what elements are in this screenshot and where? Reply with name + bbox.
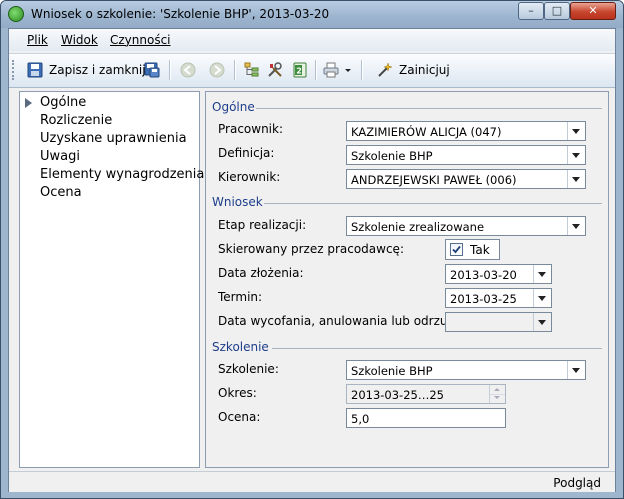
definicja-label: Definicja: [218, 146, 275, 160]
etap-realizacji-combo[interactable]: Szkolenie zrealizowane [346, 216, 586, 236]
app-icon [8, 6, 24, 22]
szkolenie-value: Szkolenie BHP [351, 364, 433, 378]
section-divider [264, 203, 602, 204]
checkmark-icon [452, 245, 461, 254]
section-divider [256, 108, 602, 109]
nav-item-elementy-wynagrodzenia[interactable]: Elementy wynagrodzenia [40, 167, 204, 182]
selected-arrow-icon [25, 98, 32, 108]
okres-value: 2013-03-25…25 [351, 388, 444, 402]
nav-item-uzyskane-uprawnienia[interactable]: Uzyskane uprawnienia [40, 131, 187, 146]
excel-icon[interactable]: 2 [292, 62, 308, 78]
kierownik-combo[interactable]: ANDRZEJEWSKI PAWEŁ (006) [346, 169, 586, 189]
pracownik-combo[interactable]: KAZIMIERÓW ALICJA (047) [346, 121, 586, 141]
ocena-label: Ocena: [218, 410, 261, 424]
svg-text:2: 2 [296, 67, 302, 76]
data-zlozenia-datepicker[interactable]: 2013-03-20 [445, 264, 552, 284]
nav-item-ogolne[interactable]: Ogólne [40, 95, 86, 110]
termin-datepicker[interactable]: 2013-03-25 [445, 288, 552, 308]
etap-realizacji-label: Etap realizacji: [218, 218, 307, 232]
termin-label: Termin: [218, 290, 263, 304]
save-close-button[interactable]: Zapisz i zamknij [49, 63, 146, 77]
section-header-wniosek: Wniosek [212, 195, 263, 209]
termin-value: 2013-03-25 [450, 292, 517, 306]
form-panel: Ogólne Pracownik: KAZIMIERÓW ALICJA (047… [205, 91, 609, 468]
chevron-down-icon[interactable] [567, 361, 585, 379]
kierownik-value: ANDRZEJEWSKI PAWEŁ (006) [351, 173, 517, 187]
back-icon[interactable] [180, 62, 196, 78]
spin-down-icon[interactable] [489, 394, 505, 403]
maximize-button[interactable]: □ [544, 2, 570, 20]
section-header-ogolne: Ogólne [212, 100, 255, 114]
section-header-szkolenie: Szkolenie [212, 340, 269, 354]
toolbar-separator [315, 60, 317, 80]
dropdown-icon[interactable] [343, 62, 353, 78]
data-zlozenia-label: Data złożenia: [218, 266, 304, 280]
wand-icon [378, 62, 392, 77]
ocena-input[interactable]: 5,0 [346, 408, 506, 428]
data-wycofania-datepicker[interactable] [445, 312, 552, 332]
save-as-icon[interactable] [144, 62, 160, 78]
title-bar[interactable]: Wniosek o szkolenie: 'Szkolenie BHP', 20… [1, 1, 623, 28]
menu-czynnosci[interactable]: Czynności [110, 33, 171, 47]
chevron-down-icon[interactable] [533, 265, 551, 283]
navigation-panel: Ogólne Rozliczenie Uzyskane uprawnienia … [19, 91, 204, 468]
ocena-value: 5,0 [351, 412, 370, 426]
kierownik-label: Kierownik: [218, 170, 281, 184]
minimize-button[interactable]: – [518, 2, 544, 20]
etap-realizacji-value: Szkolenie zrealizowane [351, 220, 485, 234]
window-client: Plik Widok Czynności Zapisz i zamknij 2 … [8, 28, 616, 492]
toolbar-grip[interactable] [12, 60, 17, 80]
tree-icon[interactable] [244, 62, 260, 78]
chevron-down-icon[interactable] [567, 170, 585, 188]
pracownik-value: KAZIMIERÓW ALICJA (047) [351, 125, 502, 139]
close-button[interactable]: ✕ [570, 2, 616, 20]
okres-label: Okres: [218, 386, 257, 400]
chevron-down-icon[interactable] [567, 217, 585, 235]
nav-item-uwagi[interactable]: Uwagi [40, 149, 80, 164]
status-podglad: Podgląd [553, 476, 601, 490]
status-bar: Podgląd [9, 471, 615, 492]
definicja-combo[interactable]: Szkolenie BHP [346, 145, 586, 165]
nav-item-ocena[interactable]: Ocena [40, 185, 82, 200]
toolbar-separator [361, 60, 363, 80]
menu-plik[interactable]: Plik [27, 33, 48, 47]
tools-icon[interactable] [267, 62, 283, 78]
save-icon [27, 62, 43, 78]
menu-widok[interactable]: Widok [61, 33, 98, 47]
szkolenie-combo[interactable]: Szkolenie BHP [346, 360, 586, 380]
toolbar-separator [169, 60, 171, 80]
print-icon[interactable] [323, 62, 339, 78]
window-title: Wniosek o szkolenie: 'Szkolenie BHP', 20… [31, 7, 330, 21]
menu-bar: Plik Widok Czynności [9, 29, 615, 51]
chevron-down-icon[interactable] [533, 289, 551, 307]
okres-range-field[interactable]: 2013-03-25…25 [346, 384, 506, 404]
skierowany-checkbox[interactable] [450, 243, 463, 256]
section-divider [272, 348, 602, 349]
skierowany-value: Tak [470, 243, 490, 257]
pracownik-label: Pracownik: [218, 122, 283, 136]
application-window: Wniosek o szkolenie: 'Szkolenie BHP', 20… [0, 0, 624, 499]
data-wycofania-label: Data wycofania, anulowania lub odrzuceni… [218, 314, 484, 328]
szkolenie-label: Szkolenie: [218, 362, 279, 376]
nav-item-rozliczenie[interactable]: Rozliczenie [40, 113, 112, 128]
definicja-value: Szkolenie BHP [351, 149, 433, 163]
skierowany-label: Skierowany przez pracodawcę: [218, 242, 404, 256]
toolbar: Zapisz i zamknij 2 Zainicjuj [9, 53, 615, 88]
skierowany-field: Tak [445, 239, 500, 260]
data-zlozenia-value: 2013-03-20 [450, 268, 517, 282]
initiate-button[interactable]: Zainicjuj [399, 63, 450, 77]
forward-icon[interactable] [209, 62, 225, 78]
chevron-down-icon[interactable] [567, 122, 585, 140]
chevron-down-icon[interactable] [533, 313, 551, 331]
chevron-down-icon[interactable] [567, 146, 585, 164]
toolbar-separator [234, 60, 236, 80]
